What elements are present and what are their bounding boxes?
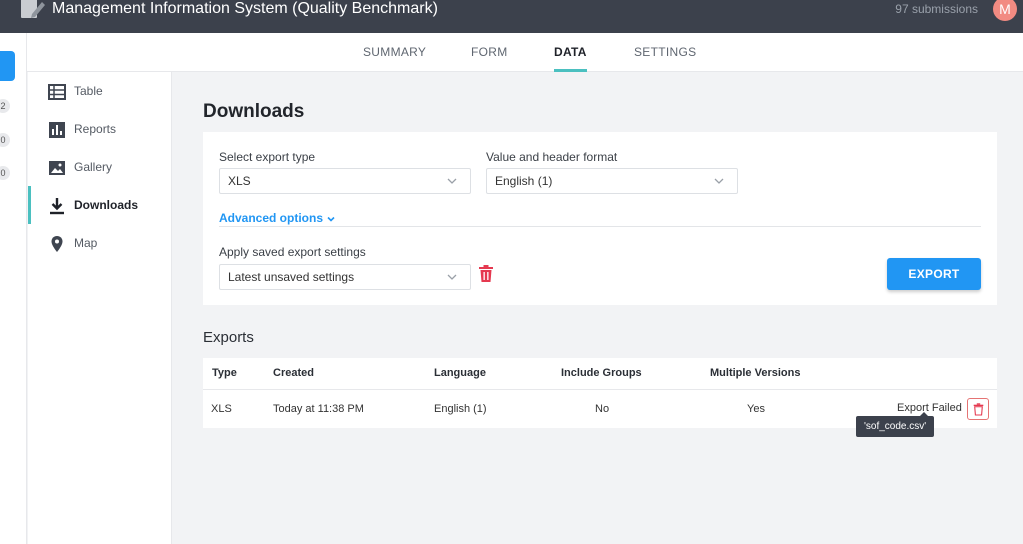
avatar[interactable]: M: [993, 0, 1017, 21]
table-icon: [48, 84, 66, 100]
strip-badge[interactable]: 0: [0, 166, 10, 180]
submissions-count: 97 submissions: [895, 2, 978, 16]
bar-chart-icon: [49, 122, 65, 138]
export-settings-panel: Select export type XLS Value and header …: [203, 132, 997, 305]
top-bar: Management Information System (Quality B…: [0, 0, 1023, 33]
strip-badge[interactable]: 2: [0, 99, 10, 113]
advanced-options-label: Advanced options: [219, 211, 324, 225]
chevron-down-icon: [447, 178, 457, 184]
sidebar-item-map[interactable]: Map: [28, 224, 172, 262]
export-type-value: XLS: [228, 174, 251, 188]
cell-created: Today at 11:38 PM: [273, 403, 364, 415]
format-value: English (1): [495, 174, 553, 188]
divider: [203, 389, 997, 390]
sidebar-item-downloads[interactable]: Downloads: [28, 186, 172, 224]
sidebar-item-label: Gallery: [74, 160, 113, 174]
app-title: Management Information System (Quality B…: [52, 0, 438, 17]
tab-bar: SUMMARY FORM DATA SETTINGS: [27, 33, 1023, 72]
column-header-include-groups: Include Groups: [561, 367, 642, 379]
strip-badge[interactable]: 0: [0, 133, 10, 147]
tab-form[interactable]: FORM: [471, 45, 508, 72]
sidebar-item-table[interactable]: Table: [28, 72, 172, 110]
divider: [219, 226, 981, 227]
tab-data[interactable]: DATA: [554, 45, 587, 72]
column-header-type: Type: [212, 367, 237, 379]
sidebar-item-label: Reports: [74, 122, 117, 136]
delete-settings-trash-icon[interactable]: [478, 265, 494, 283]
advanced-options-toggle[interactable]: Advanced options: [219, 211, 336, 225]
saved-settings-select[interactable]: Latest unsaved settings: [219, 264, 471, 290]
export-button[interactable]: EXPORT: [887, 258, 981, 290]
sidebar-item-gallery[interactable]: Gallery: [28, 148, 172, 186]
format-label: Value and header format: [486, 150, 618, 164]
saved-settings-label: Apply saved export settings: [219, 245, 366, 259]
cell-language: English (1): [434, 403, 487, 415]
chevron-down-icon: [714, 178, 724, 184]
exports-title: Exports: [203, 329, 254, 346]
format-select[interactable]: English (1): [486, 168, 738, 194]
column-header-created: Created: [273, 367, 314, 379]
page-title: Downloads: [203, 101, 305, 122]
download-icon: [50, 198, 64, 215]
sidebar: Table Reports Gallery Downloads Map: [28, 72, 172, 544]
trash-icon: [973, 403, 984, 416]
export-type-label: Select export type: [219, 150, 316, 164]
new-project-button[interactable]: [0, 51, 15, 81]
filename-tooltip: 'sof_code.csv': [856, 412, 935, 437]
tab-summary[interactable]: SUMMARY: [363, 45, 426, 72]
chevron-down-icon: [447, 274, 457, 280]
column-header-language: Language: [434, 367, 486, 379]
sidebar-item-reports[interactable]: Reports: [28, 110, 172, 148]
sidebar-item-label: Downloads: [74, 198, 139, 212]
export-type-select[interactable]: XLS: [219, 168, 471, 194]
cell-type: XLS: [211, 403, 232, 415]
map-pin-icon: [51, 236, 63, 252]
saved-settings-value: Latest unsaved settings: [228, 270, 355, 284]
sidebar-item-label: Table: [74, 84, 103, 98]
sidebar-item-label: Map: [74, 236, 98, 250]
tab-settings[interactable]: SETTINGS: [634, 45, 696, 72]
cell-multiple-versions: Yes: [747, 403, 765, 415]
export-status: Export Failed: [897, 402, 962, 414]
chevron-down-icon: [327, 216, 335, 222]
image-icon: [49, 161, 65, 175]
column-header-multiple-versions: Multiple Versions: [710, 367, 801, 379]
cell-include-groups: No: [595, 403, 610, 415]
app-logo-icon: [21, 0, 45, 18]
delete-export-button[interactable]: [967, 398, 989, 420]
project-strip: 2 0 0: [0, 33, 27, 544]
